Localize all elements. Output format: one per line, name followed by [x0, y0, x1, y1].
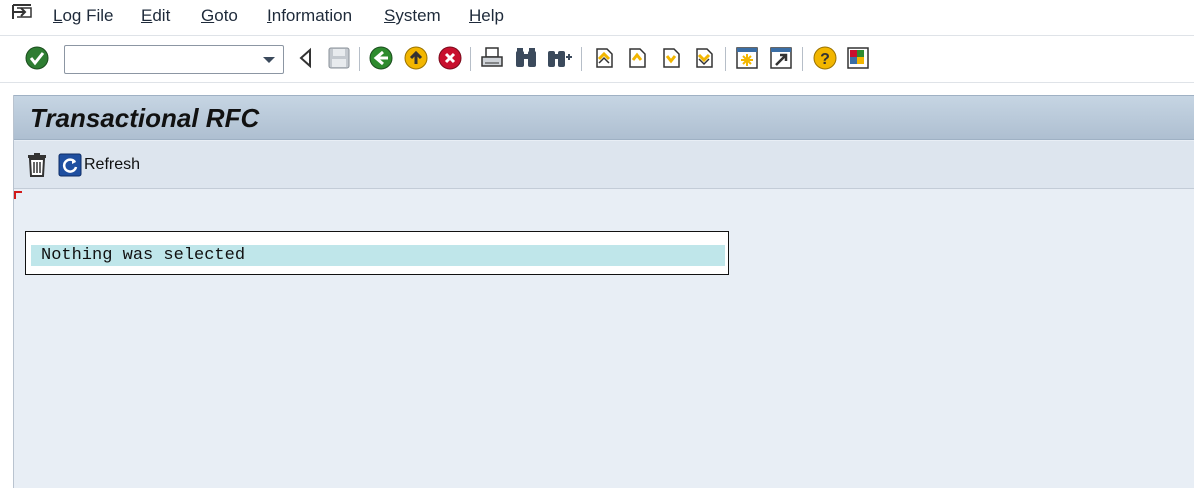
create-session-icon[interactable] — [734, 45, 760, 71]
message-text: Nothing was selected — [41, 246, 246, 265]
toolbar-separator — [802, 47, 803, 71]
shortcut-icon[interactable] — [768, 45, 794, 71]
main-content: Transactional RFC Refresh Nothing was se… — [13, 95, 1194, 488]
command-input[interactable] — [69, 49, 249, 70]
last-page-icon[interactable] — [691, 45, 717, 71]
refresh-label: Refresh — [84, 156, 141, 173]
menu-edit[interactable]: Edit — [141, 6, 170, 26]
refresh-icon — [58, 153, 82, 177]
focus-marker — [14, 191, 22, 199]
svg-text:?: ? — [820, 51, 830, 68]
menu-goto[interactable]: Goto — [201, 6, 238, 26]
back-icon[interactable] — [368, 45, 394, 71]
menu-help[interactable]: Help — [469, 6, 504, 26]
exit-icon[interactable] — [403, 45, 429, 71]
find-next-icon[interactable] — [546, 45, 572, 71]
back-arrow-icon[interactable] — [293, 45, 319, 71]
standard-toolbar: ? — [0, 37, 1194, 83]
refresh-button[interactable]: Refresh — [58, 152, 140, 178]
save-icon[interactable] — [326, 45, 352, 71]
command-field[interactable] — [64, 45, 284, 74]
page-title: Transactional RFC — [30, 103, 260, 133]
application-toolbar: Refresh — [14, 141, 1194, 189]
title-bar: Transactional RFC — [14, 95, 1194, 140]
cancel-icon[interactable] — [437, 45, 463, 71]
menu-bar: Log File Edit Goto Information System He… — [0, 0, 1194, 36]
message-line[interactable]: Nothing was selected — [31, 245, 725, 266]
next-page-icon[interactable] — [658, 45, 684, 71]
find-icon[interactable] — [513, 45, 539, 71]
chevron-down-icon[interactable] — [257, 48, 281, 71]
print-icon[interactable] — [479, 45, 505, 71]
message-box: Nothing was selected — [25, 231, 729, 275]
toolbar-separator — [725, 47, 726, 71]
menu-system[interactable]: System — [384, 6, 441, 26]
toolbar-separator — [581, 47, 582, 71]
help-icon[interactable]: ? — [812, 45, 838, 71]
customize-layout-icon[interactable] — [845, 45, 871, 71]
menu-information[interactable]: Information — [267, 6, 352, 26]
menu-log-file[interactable]: Log File — [53, 6, 114, 26]
enter-icon[interactable] — [24, 45, 50, 71]
toolbar-separator — [470, 47, 471, 71]
previous-page-icon[interactable] — [624, 45, 650, 71]
toolbar-separator — [359, 47, 360, 71]
system-menu-icon[interactable] — [11, 3, 35, 21]
trash-icon[interactable] — [25, 152, 49, 178]
first-page-icon[interactable] — [591, 45, 617, 71]
